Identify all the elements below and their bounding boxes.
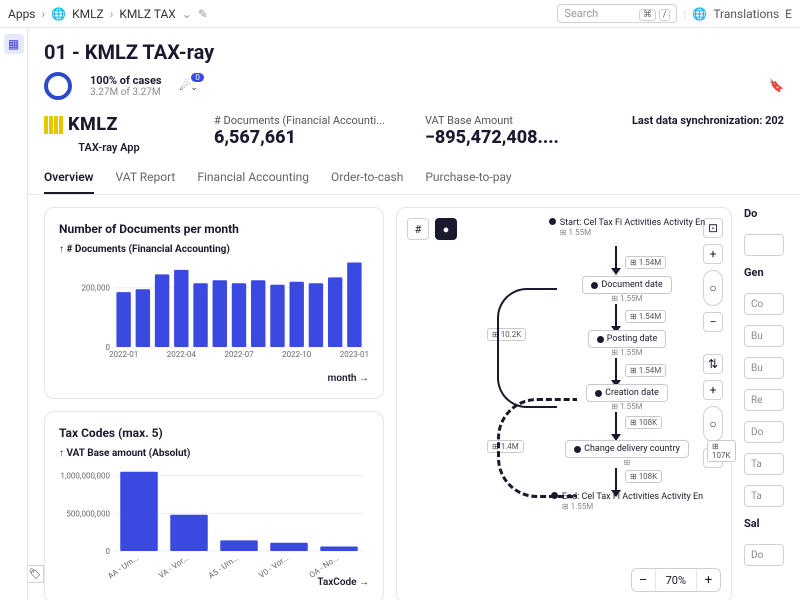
logo-sub: TAX-ray App bbox=[44, 141, 174, 154]
filter-icon[interactable]: ☄0⌄ bbox=[180, 79, 198, 93]
svg-text:500,000,000: 500,000,000 bbox=[66, 509, 110, 518]
filter-box[interactable] bbox=[744, 234, 784, 256]
filter-company[interactable]: Co bbox=[744, 293, 784, 315]
sync-label: Last data synchronization: bbox=[632, 114, 762, 127]
scope-button[interactable]: ⇅ bbox=[703, 354, 723, 374]
filter-bu2[interactable]: Bu bbox=[744, 357, 784, 379]
filter-ta1[interactable]: Ta bbox=[744, 453, 784, 475]
vat-value: −895,472,408.... bbox=[425, 127, 559, 148]
svg-text:2022-01: 2022-01 bbox=[109, 350, 138, 359]
filter-ta2[interactable]: Ta bbox=[744, 485, 784, 507]
slider-2[interactable]: ○ bbox=[703, 406, 723, 442]
filter-re[interactable]: Re bbox=[744, 389, 784, 411]
page-title: 01 - KMLZ TAX-ray bbox=[28, 28, 800, 72]
docs-label: # Documents (Financial Accounti... bbox=[214, 114, 385, 127]
chart-tax-codes: Tax Codes (max. 5) ↑ VAT Base amount (Ab… bbox=[44, 411, 384, 600]
edit-icon[interactable]: ✎ bbox=[198, 7, 208, 21]
vat-label: VAT Base Amount bbox=[425, 114, 559, 127]
filter-do2[interactable]: Do bbox=[744, 544, 784, 566]
svg-text:0: 0 bbox=[106, 547, 111, 556]
svg-text:2022-04: 2022-04 bbox=[167, 350, 197, 359]
kmlz-logo: KMLZ bbox=[44, 114, 174, 135]
zoom-in[interactable]: + bbox=[703, 244, 723, 264]
progress-ring bbox=[44, 72, 72, 100]
chevron-right-icon: › bbox=[42, 7, 46, 21]
tag-icon[interactable]: 🏷 bbox=[28, 565, 44, 583]
tab-overview[interactable]: Overview bbox=[44, 170, 94, 194]
svg-text:2023-01: 2023-01 bbox=[340, 350, 369, 359]
svg-text:200,000: 200,000 bbox=[81, 284, 110, 293]
tab-ptp[interactable]: Purchase-to-pay bbox=[425, 170, 511, 194]
zoom-level: 70% bbox=[656, 574, 696, 587]
filter-header-3: Sal bbox=[744, 517, 784, 534]
svg-text:2022-10: 2022-10 bbox=[282, 350, 312, 359]
svg-text:2022-07: 2022-07 bbox=[224, 350, 254, 359]
search-input[interactable]: Search ⌘ / bbox=[557, 4, 677, 23]
crumb-mid[interactable]: KMLZ bbox=[72, 7, 104, 21]
calendar-icon[interactable]: ▦ bbox=[4, 34, 24, 54]
chevron-right-icon: › bbox=[110, 7, 114, 21]
zoom-minus[interactable]: – bbox=[632, 569, 656, 591]
tab-fin[interactable]: Financial Accounting bbox=[197, 170, 309, 194]
tab-vat[interactable]: VAT Report bbox=[116, 170, 176, 194]
zoom-plus[interactable]: + bbox=[696, 569, 720, 591]
filter-do[interactable]: Do bbox=[744, 421, 784, 443]
filter-bu1[interactable]: Bu bbox=[744, 325, 784, 347]
globe-icon: 🌐 bbox=[51, 7, 66, 21]
process-flow[interactable]: # ● ⊡ + ○ − ⇅ + ○ − – 70% + Start: Cel T… bbox=[396, 207, 732, 600]
crumb-last[interactable]: KMLZ TAX bbox=[119, 7, 175, 21]
chevron-down-icon[interactable]: ⌄ bbox=[182, 7, 192, 21]
extra: E bbox=[785, 7, 792, 21]
divider: | bbox=[683, 7, 686, 21]
filter-header-2: Gen bbox=[744, 266, 784, 283]
filter-header-1: Do bbox=[744, 207, 784, 224]
docs-value: 6,567,661 bbox=[214, 127, 385, 148]
svg-text:OA - No...: OA - No... bbox=[308, 553, 341, 580]
tab-otc[interactable]: Order-to-cash bbox=[331, 170, 403, 194]
sync-date: 202 bbox=[765, 114, 784, 127]
translate-icon[interactable]: 🌐 bbox=[692, 7, 707, 21]
translations-button[interactable]: Translations bbox=[713, 7, 779, 21]
hash-button[interactable]: # bbox=[407, 218, 429, 240]
bookmark-icon[interactable]: 🔖 bbox=[769, 79, 784, 93]
dot-button[interactable]: ● bbox=[435, 218, 457, 240]
pct-sub: 3.27M of 3.27M bbox=[90, 87, 162, 98]
svg-text:1,000,000,000: 1,000,000,000 bbox=[60, 472, 110, 481]
crumb-apps[interactable]: Apps bbox=[8, 7, 36, 21]
chart-docs-per-month: Number of Documents per month ↑ # Docume… bbox=[44, 207, 384, 399]
pct-cases: 100% of cases bbox=[90, 74, 162, 87]
zoom-out[interactable]: − bbox=[703, 312, 723, 332]
